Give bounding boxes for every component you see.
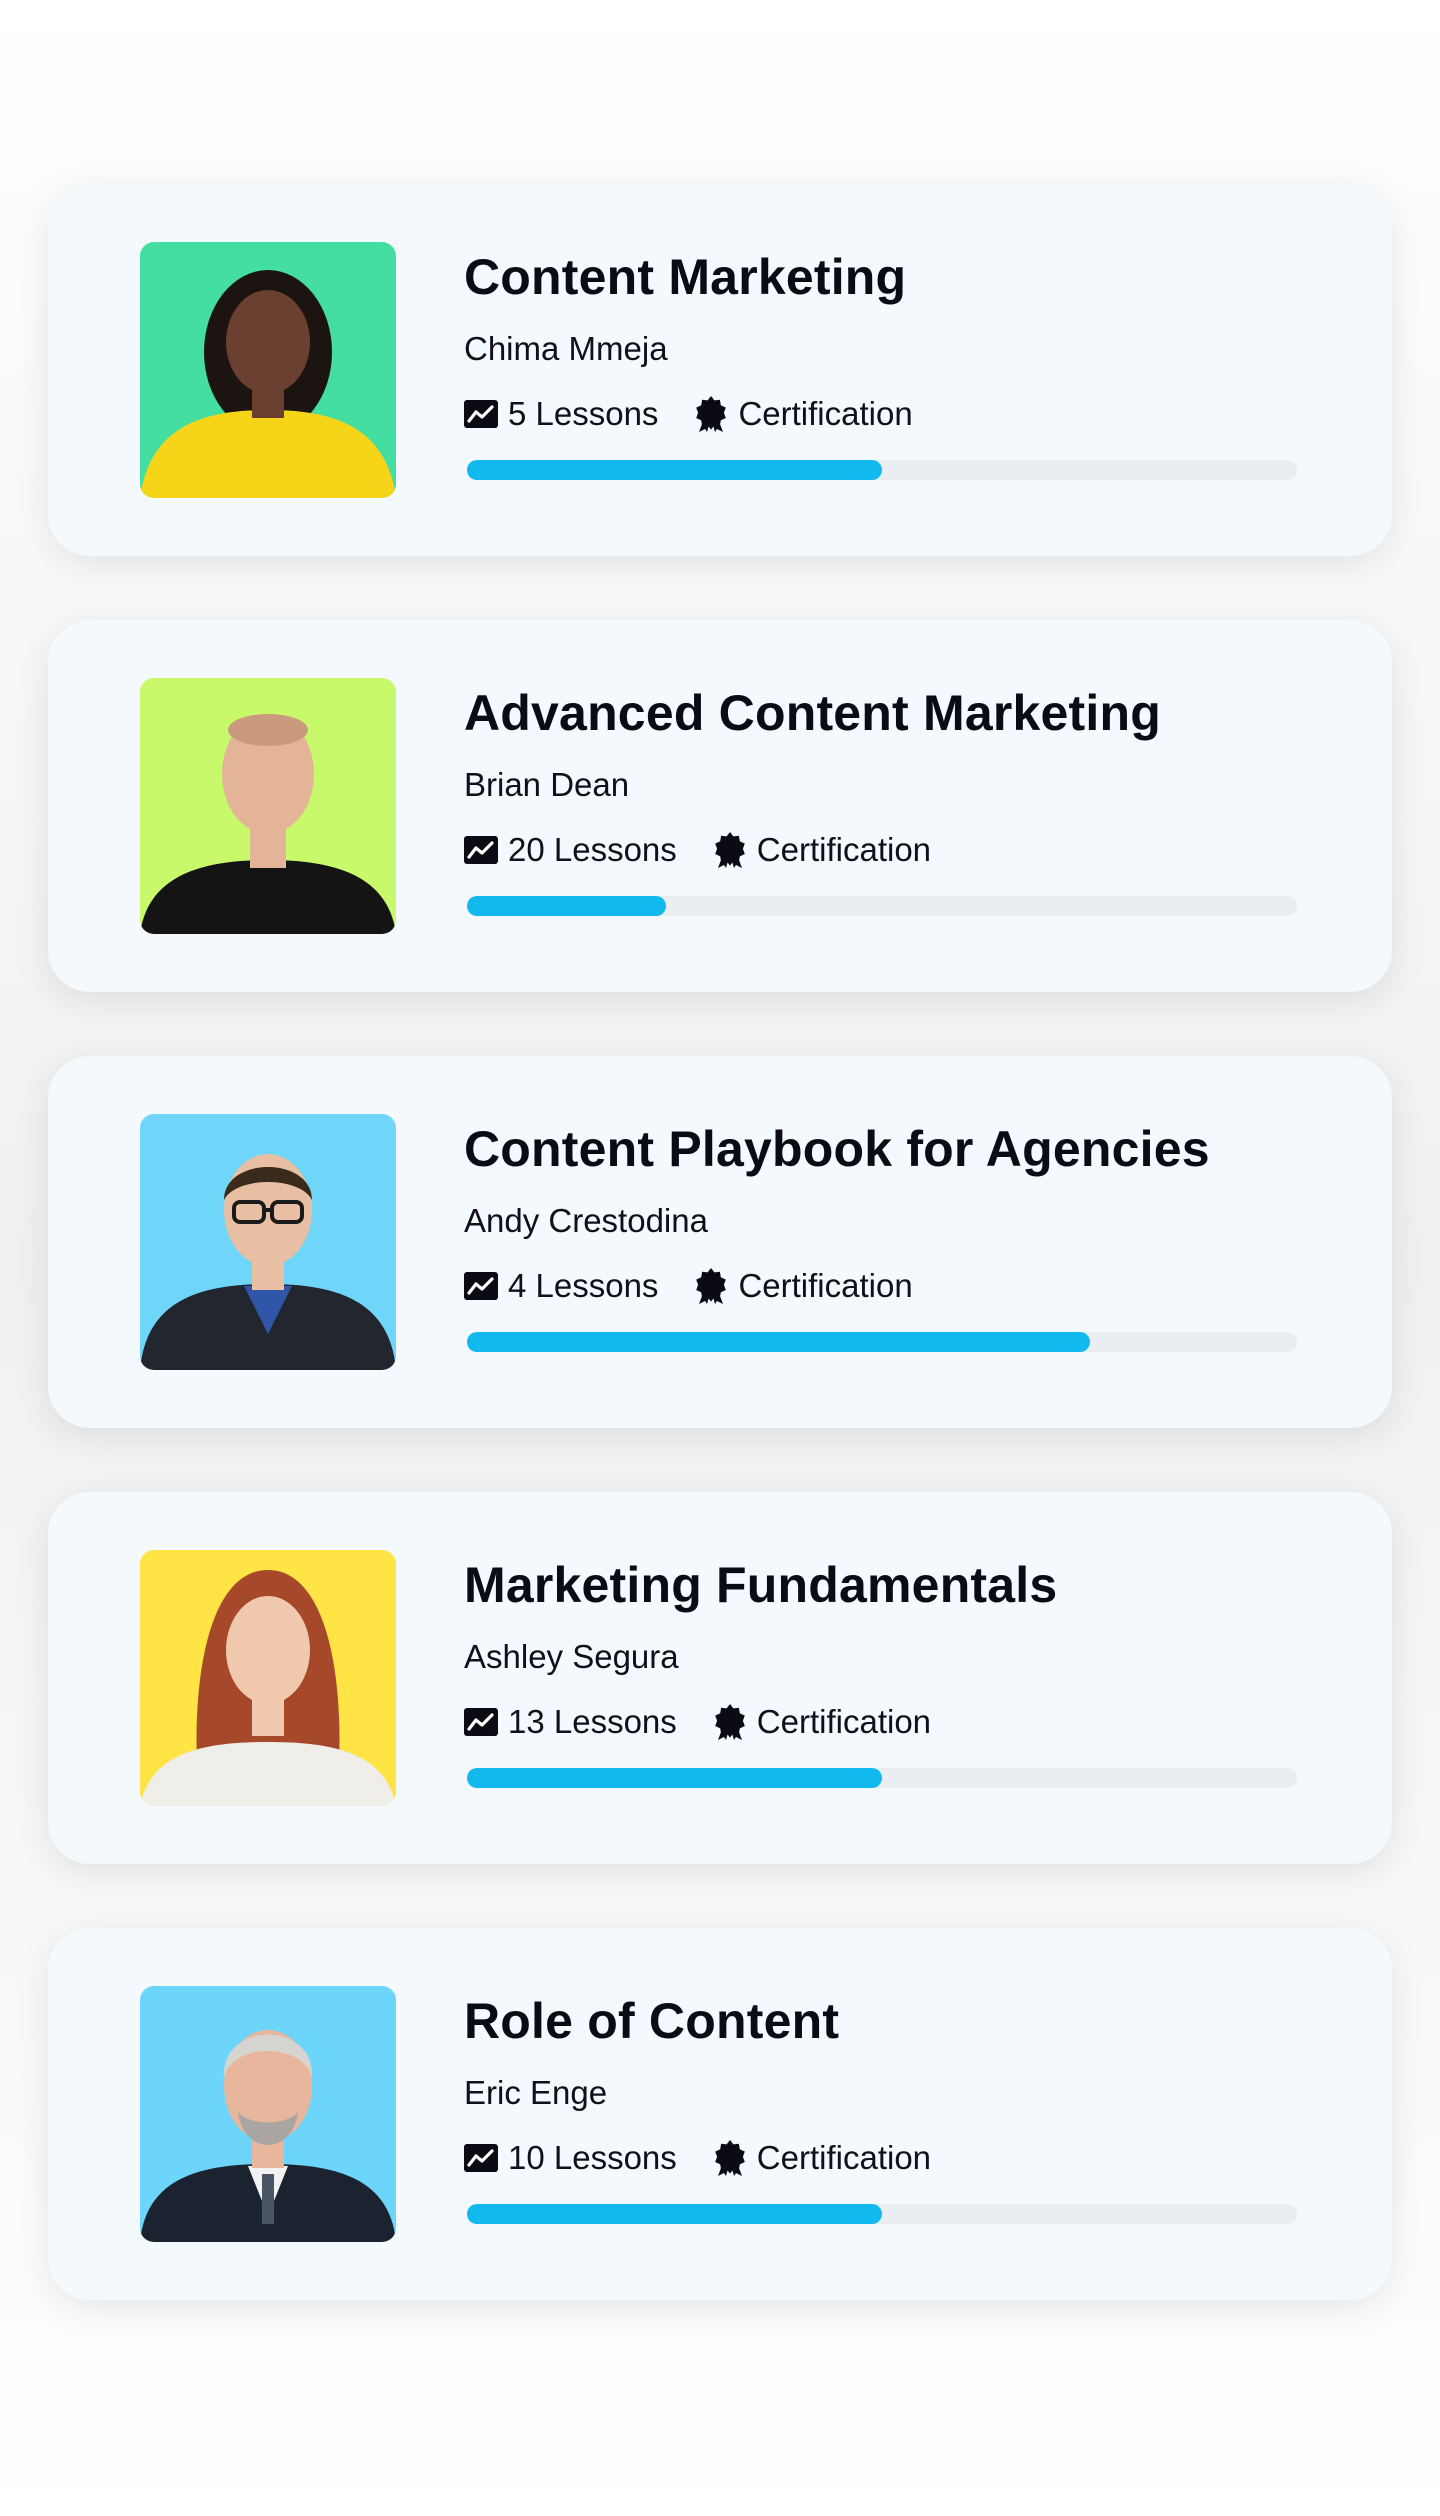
- instructor-photo: [140, 242, 396, 498]
- progress-bar: [467, 1332, 1297, 1352]
- instructor-name: Ashley Segura: [464, 1638, 679, 1675]
- trending-chart-icon: [464, 2144, 498, 2172]
- course-card[interactable]: Content Playbook for Agencies Andy Crest…: [48, 1056, 1392, 1428]
- trending-chart-icon: [464, 400, 498, 428]
- course-meta: 4 Lessons Certification: [464, 1266, 913, 1306]
- lessons-count: 13 Lessons: [508, 1703, 677, 1740]
- lessons-count: 4 Lessons: [508, 1267, 659, 1304]
- certification-label: Certification: [756, 831, 932, 868]
- award-badge-icon: [713, 2140, 747, 2176]
- course-card[interactable]: Role of Content Eric Enge 10 Lessons Cer…: [48, 1928, 1392, 2300]
- award-badge-icon: [713, 832, 747, 868]
- trending-chart-icon: [464, 1708, 498, 1736]
- instructor-name: Eric Enge: [464, 2074, 608, 2111]
- trending-chart-icon: [464, 836, 498, 864]
- trending-chart-icon: [464, 1272, 498, 1300]
- certification-label: Certification: [738, 395, 913, 432]
- instructor-name: Chima Mmeja: [464, 330, 668, 367]
- instructor-photo: [140, 1550, 396, 1806]
- progress-bar: [467, 896, 1297, 916]
- instructor-photo: [140, 678, 396, 934]
- progress-bar: [467, 460, 1297, 480]
- award-badge-icon: [713, 1704, 747, 1740]
- photo-face: [226, 1596, 310, 1704]
- progress-bar: [467, 1768, 1297, 1788]
- photo-hair: [228, 714, 308, 746]
- progress-bar-fill: [467, 1332, 1090, 1352]
- course-card[interactable]: Marketing Fundamentals Ashley Segura 13 …: [48, 1492, 1392, 1864]
- course-title[interactable]: Marketing Fundamentals: [464, 1556, 1057, 1614]
- progress-bar: [467, 2204, 1297, 2224]
- instructor-photo: [140, 1114, 396, 1370]
- instructor-name: Andy Crestodina: [464, 1202, 708, 1239]
- course-meta: 5 Lessons Certification: [464, 394, 913, 434]
- instructor-photo: [140, 1986, 396, 2242]
- photo-face: [226, 290, 310, 394]
- course-meta: 13 Lessons Certification: [464, 1702, 931, 1742]
- progress-bar-fill: [467, 2204, 882, 2224]
- progress-bar-fill: [467, 460, 882, 480]
- progress-bar-fill: [467, 896, 667, 916]
- award-badge-icon: [694, 1268, 728, 1304]
- course-title[interactable]: Role of Content: [464, 1992, 839, 2050]
- award-badge-icon: [694, 396, 728, 432]
- photo-tie: [262, 2174, 274, 2224]
- course-title[interactable]: Content Marketing: [464, 248, 906, 306]
- course-meta: 20 Lessons Certification: [464, 830, 931, 870]
- course-meta: 10 Lessons Certification: [464, 2138, 931, 2178]
- course-card[interactable]: Advanced Content Marketing Brian Dean 20…: [48, 620, 1392, 992]
- instructor-name: Brian Dean: [464, 766, 630, 803]
- certification-label: Certification: [756, 2139, 932, 2176]
- progress-bar-fill: [467, 1768, 882, 1788]
- lessons-count: 20 Lessons: [508, 831, 677, 868]
- certification-label: Certification: [756, 1703, 932, 1740]
- certification-label: Certification: [738, 1267, 913, 1304]
- course-card[interactable]: Content Marketing Chima Mmeja 5 Lessons …: [48, 184, 1392, 556]
- lessons-count: 5 Lessons: [508, 395, 659, 432]
- course-title[interactable]: Advanced Content Marketing: [464, 684, 1161, 742]
- lessons-count: 10 Lessons: [508, 2139, 677, 2176]
- course-title[interactable]: Content Playbook for Agencies: [464, 1120, 1210, 1178]
